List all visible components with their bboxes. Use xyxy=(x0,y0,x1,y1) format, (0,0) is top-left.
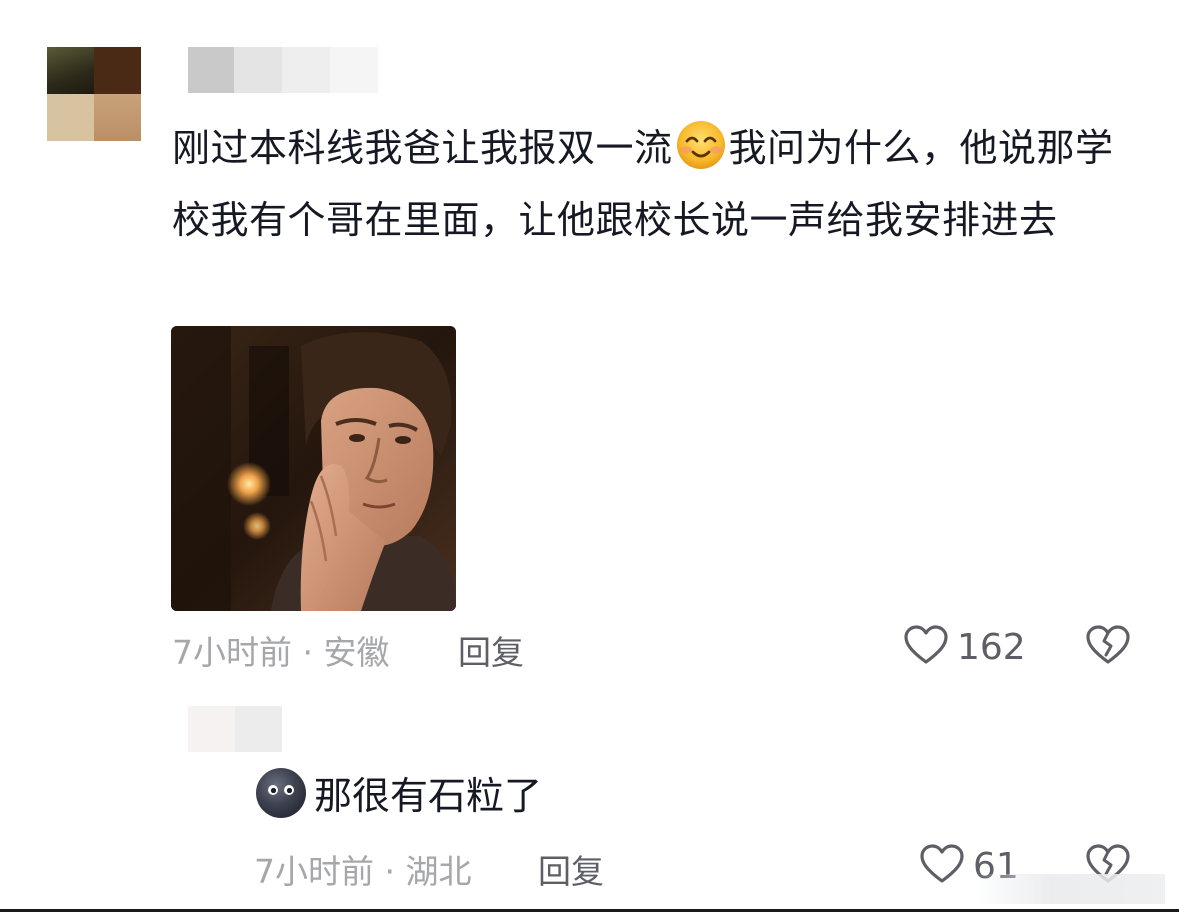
reply-time-location: 7小时前 · 湖北 xyxy=(254,852,472,891)
reply-text: 那很有石粒了 xyxy=(254,762,542,830)
avatar-mosaic-tile xyxy=(94,47,141,94)
thinking-man-photo-icon[interactable] xyxy=(171,326,456,611)
comment-like-count: 162 xyxy=(957,626,1026,668)
heart-icon xyxy=(919,843,965,889)
reply-text-content: 那很有石粒了 xyxy=(314,774,543,818)
avatar-mosaic-tile xyxy=(47,94,94,141)
dark-round-face-emoji-icon xyxy=(254,766,308,820)
heart-icon xyxy=(903,624,949,670)
smiling-face-emoji-icon xyxy=(675,119,727,171)
comment-text-part: 刚过本科线我爸让我报双一流 xyxy=(172,126,673,170)
avatar-mosaic-tile xyxy=(94,94,141,141)
comment-like-button[interactable]: 162 xyxy=(903,624,1026,670)
comment-time-location: 7小时前 · 安徽 xyxy=(172,633,390,672)
replier-name-redacted[interactable] xyxy=(188,706,282,752)
comment-dislike-button[interactable] xyxy=(1085,624,1131,670)
reply-reply-button[interactable]: 回复 xyxy=(538,845,604,893)
comment-reply-button[interactable]: 回复 xyxy=(458,626,524,674)
broken-heart-icon xyxy=(1085,625,1131,670)
commenter-name-redacted[interactable] xyxy=(188,47,378,93)
comment-text: 刚过本科线我爸让我报双一流 我问为什么，他说那学校我有个哥在里面，让他跟校长说一… xyxy=(172,112,1147,256)
avatar-mosaic-tile xyxy=(47,47,94,94)
watermark-overlay xyxy=(975,874,1165,904)
commenter-avatar[interactable] xyxy=(47,47,141,141)
